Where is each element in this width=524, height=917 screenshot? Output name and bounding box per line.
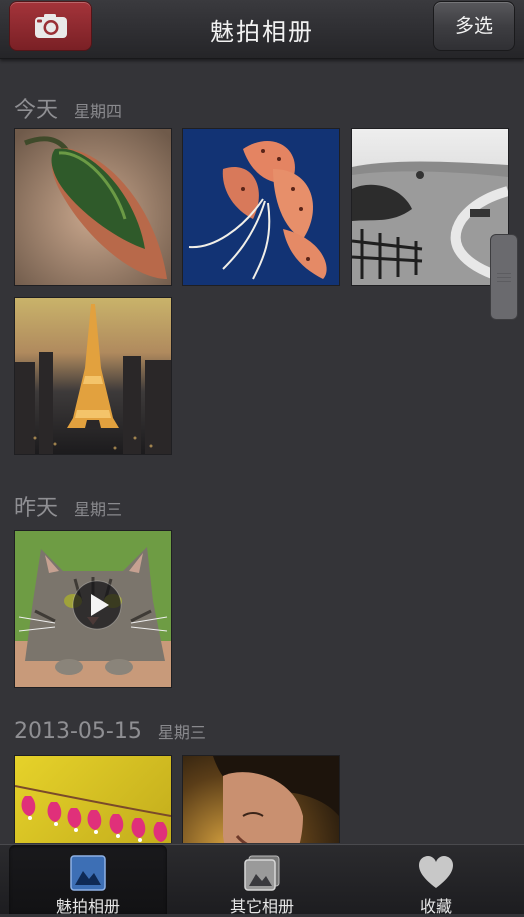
tab-label: 魅拍相册: [55, 897, 120, 916]
play-icon[interactable]: [72, 580, 122, 630]
scrollbar-thumb[interactable]: [490, 234, 518, 320]
gallery-icon: [70, 855, 106, 891]
albums-icon: [244, 855, 280, 891]
tab-meipai-album[interactable]: 魅拍相册: [9, 845, 167, 916]
photo-thumbnail[interactable]: [14, 755, 172, 843]
photo-thumbnail[interactable]: [14, 297, 172, 455]
tab-favorites[interactable]: 收藏: [357, 845, 515, 916]
photo-thumbnail[interactable]: [14, 128, 172, 286]
section-header-2013-05-15: 2013-05-15 星期三: [14, 719, 206, 744]
heart-icon: [419, 856, 453, 888]
section-date: 昨天: [14, 496, 59, 521]
section-weekday: 星期三: [74, 500, 123, 519]
photo-thumbnail[interactable]: [351, 128, 509, 286]
bottom-tab-bar: 魅拍相册 其它相册 收藏: [0, 844, 524, 916]
video-thumbnail[interactable]: [14, 530, 172, 688]
section-weekday: 星期三: [157, 723, 206, 742]
section-date: 2013-05-15: [14, 719, 142, 744]
multi-select-button[interactable]: 多选: [433, 1, 515, 51]
tab-label: 收藏: [419, 897, 452, 916]
section-date: 今天: [14, 98, 59, 123]
tab-label: 其它相册: [229, 897, 294, 916]
photo-thumbnail[interactable]: [182, 755, 340, 843]
photo-thumbnail[interactable]: [182, 128, 340, 286]
section-header-today: 今天 星期四: [14, 92, 122, 124]
section-weekday: 星期四: [74, 102, 123, 121]
photo-timeline[interactable]: 今天 星期四 昨天 星期三 2013-05-15 星期三: [0, 59, 524, 843]
top-header: 魅拍相册 多选: [0, 0, 524, 59]
tab-other-albums[interactable]: 其它相册: [183, 845, 341, 916]
section-header-yesterday: 昨天 星期三: [14, 490, 122, 522]
